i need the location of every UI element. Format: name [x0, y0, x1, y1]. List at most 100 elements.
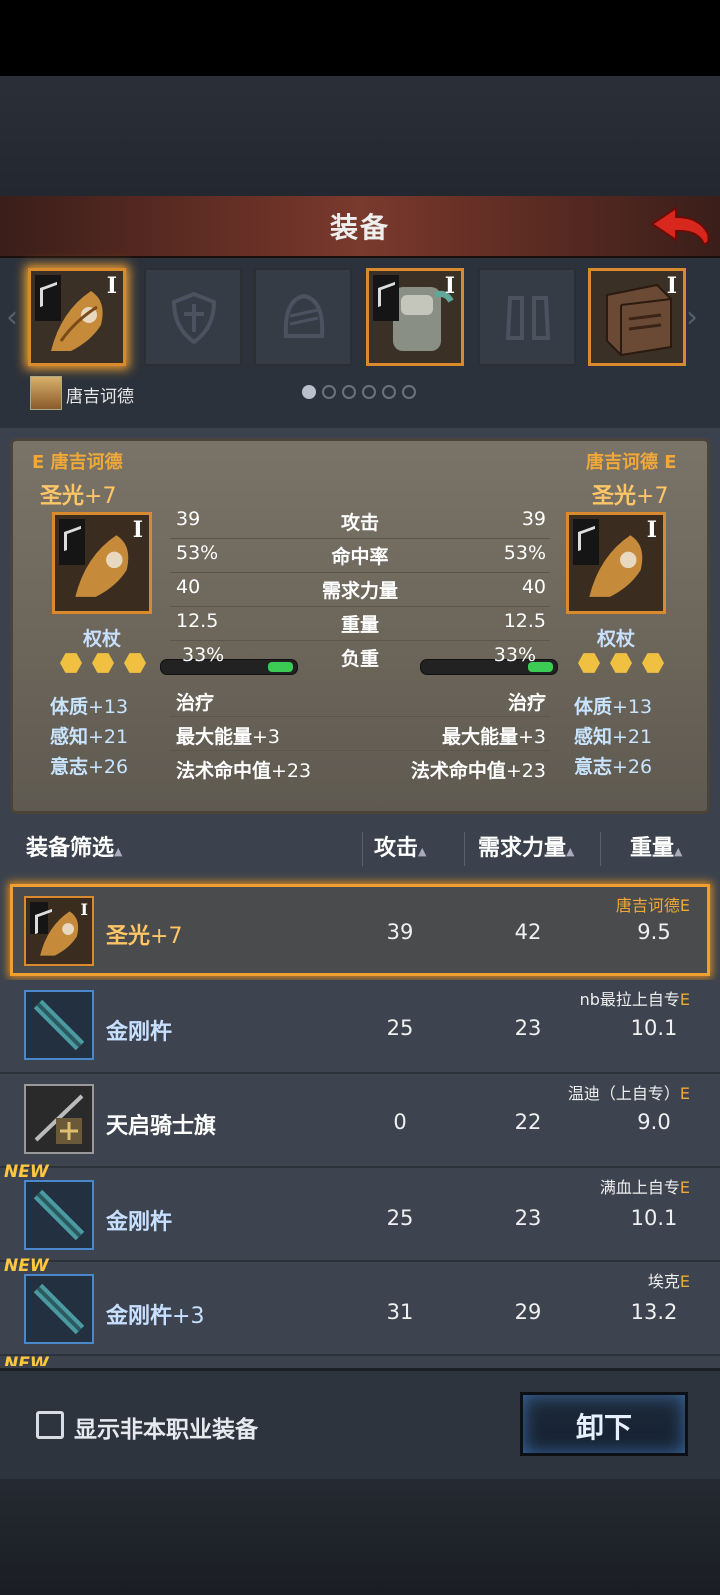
stat-label: 重量: [340, 614, 379, 636]
item-owner: 温迪（上自专）E: [567, 1084, 690, 1103]
item-weight: 9.0: [637, 1110, 671, 1134]
right-attr: 体质+13: [574, 696, 653, 718]
slot-weapon[interactable]: I: [28, 268, 126, 366]
item-name: 金刚杵+3: [106, 1304, 205, 1329]
class-flag-icon: [373, 275, 399, 321]
status-bar-area: [0, 0, 720, 76]
item-owner: 满血上自专E: [599, 1178, 690, 1197]
left-attr: 意志+26: [50, 756, 129, 778]
divider: [362, 832, 363, 866]
hero-name: 唐吉诃德: [66, 387, 134, 407]
class-flag-icon: [35, 275, 61, 321]
stat-left-value: 39: [176, 508, 201, 530]
stat-right-value: 39: [521, 508, 546, 530]
new-badge: NEW: [4, 1256, 49, 1276]
item-strength: 29: [514, 1300, 542, 1324]
item-weight: 9.5: [637, 920, 671, 944]
stat-right-value: 40: [521, 576, 546, 598]
page-dot: [322, 385, 336, 399]
right-item-name: 圣光+7: [592, 484, 669, 509]
left-attr: 体质+13: [50, 696, 129, 718]
left-owner: E 唐吉诃德: [32, 452, 123, 473]
item-weight: 10.1: [630, 1206, 678, 1230]
stat-right-value: 12.5: [503, 610, 546, 632]
item-weight: 10.1: [630, 1016, 678, 1040]
stat-label: 需求力量: [321, 580, 398, 602]
item-name: 天启骑士旗: [106, 1114, 217, 1139]
stat-left-value: 40: [176, 576, 201, 598]
left-effect: 法术命中值+23: [176, 760, 312, 782]
slot-boots[interactable]: [478, 268, 576, 366]
item-attack: 39: [386, 920, 414, 944]
tier-label: I: [132, 517, 143, 543]
stat-label: 命中率: [331, 546, 389, 568]
left-effect: 治疗: [176, 692, 215, 714]
item-name: 金刚杵: [106, 1210, 173, 1235]
right-item-icon: I: [566, 512, 666, 614]
item-strength: 22: [514, 1110, 542, 1134]
right-effect: 治疗: [507, 692, 546, 714]
page-dot: [402, 385, 416, 399]
new-badge: NEW: [4, 1162, 49, 1182]
vajra-item-icon: [24, 990, 94, 1060]
load-label: 负重: [340, 648, 379, 670]
item-attack: 25: [386, 1016, 414, 1040]
scepter-item-icon: I: [24, 896, 94, 966]
checkbox-label: 显示非本职业装备: [74, 1417, 258, 1443]
banner-item-icon: [24, 1084, 94, 1154]
load-left-value: 33%: [182, 644, 225, 666]
show-other-class-checkbox[interactable]: [36, 1411, 64, 1439]
tier-label: I: [666, 273, 677, 299]
chevron-left-icon[interactable]: ‹: [6, 300, 18, 335]
vajra-item-icon: [24, 1180, 94, 1250]
item-owner: 唐吉诃德E: [615, 896, 690, 915]
left-item-icon: I: [52, 512, 152, 614]
stat-label: 攻击: [340, 512, 379, 534]
page-title: 装备: [329, 211, 390, 244]
item-attack: 25: [386, 1206, 414, 1230]
item-strength: 23: [514, 1206, 542, 1230]
left-item-type: 权杖: [82, 628, 121, 650]
right-owner: 唐吉诃德 E: [586, 452, 677, 473]
new-badge: NEW: [4, 1354, 49, 1366]
vajra-icon: [33, 1283, 85, 1335]
item-strength: 42: [514, 920, 542, 944]
helmet-icon: [283, 293, 325, 338]
slot-book[interactable]: I: [588, 268, 686, 366]
unequip-label: 卸下: [575, 1411, 632, 1444]
chevron-right-icon[interactable]: ›: [686, 300, 698, 335]
left-effect: 最大能量+3: [176, 726, 281, 748]
item-strength: 23: [514, 1016, 542, 1040]
load-bar-left: [160, 659, 298, 675]
slot-shield[interactable]: [144, 268, 242, 366]
tier-label: I: [646, 517, 657, 543]
left-item-name: 圣光+7: [40, 484, 117, 509]
divider: [600, 832, 601, 866]
sort-weight-button[interactable]: 重量▲: [630, 830, 682, 862]
sort-strength-button[interactable]: 需求力量▲: [478, 830, 574, 862]
sort-attack-button[interactable]: 攻击▲: [374, 830, 426, 862]
background-top: [0, 76, 720, 196]
page-dot: [302, 385, 316, 399]
left-attr: 感知+21: [50, 726, 129, 748]
class-flag-icon: [573, 519, 599, 565]
item-attack: 31: [386, 1300, 414, 1324]
load-right-value: 33%: [493, 644, 536, 666]
page-dot: [362, 385, 376, 399]
item-name: 圣光+7: [106, 924, 183, 949]
item-owner: nb最拉上自专E: [579, 990, 690, 1009]
right-attr: 感知+21: [574, 726, 653, 748]
item-name: 金刚杵: [106, 1020, 173, 1045]
slot-helmet[interactable]: [254, 268, 352, 366]
tier-label: I: [106, 273, 117, 299]
filter-sort-button[interactable]: 装备筛选▲: [26, 830, 122, 862]
item-attack: 0: [393, 1110, 407, 1134]
boots-icon: [505, 296, 551, 340]
back-arrow-icon[interactable]: [648, 204, 714, 248]
vajra-item-icon: [24, 1274, 94, 1344]
item-weight: 13.2: [630, 1300, 678, 1324]
slot-armor[interactable]: I: [366, 268, 464, 366]
vajra-icon: [33, 999, 85, 1051]
shield-icon: [171, 292, 217, 344]
right-attr: 意志+26: [574, 756, 653, 778]
